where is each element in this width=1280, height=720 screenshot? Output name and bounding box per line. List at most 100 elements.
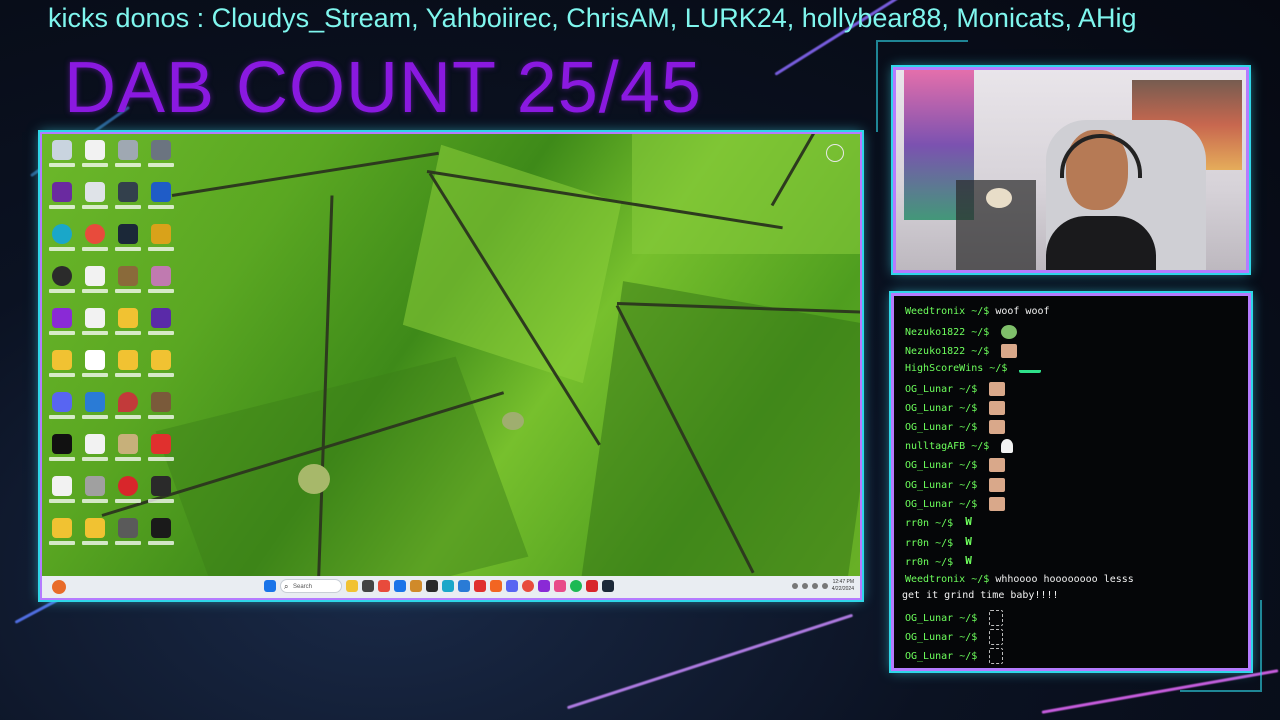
desktop-icon[interactable]: [46, 182, 78, 224]
desktop-icon[interactable]: [145, 392, 177, 434]
taskbar-app-icon[interactable]: [602, 580, 614, 592]
chat-username[interactable]: OG_Lunar: [905, 460, 953, 471]
start-icon[interactable]: [264, 580, 276, 592]
tray-icon[interactable]: [821, 583, 828, 589]
desktop-icon[interactable]: [46, 476, 78, 518]
steam-icon[interactable]: [112, 224, 144, 266]
corner-decoration: [876, 40, 968, 132]
desktop-icon[interactable]: [112, 476, 144, 518]
taskbar-clock[interactable]: 12:47 PM 4/22/2024: [832, 579, 854, 593]
tray-icon[interactable]: [801, 583, 808, 589]
chat-message: Nezuko1822 ~/$: [905, 325, 1018, 339]
folder-icon[interactable]: [46, 518, 78, 560]
desktop-icon[interactable]: [145, 140, 177, 182]
desktop-icon[interactable]: [79, 308, 111, 350]
chat-prompt: ~/$: [965, 327, 996, 338]
recycle-bin-icon[interactable]: [826, 144, 844, 162]
chat-username[interactable]: OG_Lunar: [905, 499, 953, 510]
chrome-icon[interactable]: [79, 224, 111, 266]
desktop-icon[interactable]: [112, 266, 144, 308]
desktop-icon[interactable]: [112, 518, 144, 560]
taskbar-app-icon[interactable]: [554, 580, 566, 592]
chat-username[interactable]: Weedtronix: [905, 574, 965, 585]
taskbar-app-icon[interactable]: [394, 580, 406, 592]
chat-message: OG_Lunar ~/$: [905, 401, 1006, 415]
desktop-icon[interactable]: [46, 140, 78, 182]
face-emote: [989, 420, 1006, 434]
folder-icon[interactable]: [145, 350, 177, 392]
w-emote: W: [965, 515, 972, 528]
chat-username[interactable]: OG_Lunar: [905, 651, 953, 662]
taskbar-app-icon[interactable]: [458, 580, 470, 592]
headset-icon: [1060, 134, 1142, 178]
chat-username[interactable]: OG_Lunar: [905, 384, 953, 395]
taskbar-app-icon[interactable]: [362, 580, 374, 592]
chat-username[interactable]: rr0n: [905, 538, 929, 549]
chat-username[interactable]: OG_Lunar: [905, 632, 953, 643]
chat-username[interactable]: rr0n: [905, 557, 929, 568]
taskbar-app-icon[interactable]: [346, 580, 358, 592]
weather-icon[interactable]: [52, 580, 66, 594]
tray-icon[interactable]: [811, 583, 818, 589]
epic-games-icon[interactable]: [145, 518, 177, 560]
file-icon[interactable]: [79, 350, 111, 392]
chat-message-text: whhoooo hoooooooo lesss: [995, 574, 1134, 585]
taskbar-app-icon[interactable]: [378, 580, 390, 592]
chat-message: nulltagAFB ~/$: [905, 439, 1014, 453]
chat-username[interactable]: OG_Lunar: [905, 422, 953, 433]
map-pin-icon[interactable]: [112, 392, 144, 434]
chat-username[interactable]: Nezuko1822: [905, 346, 965, 357]
taskbar-app-icon[interactable]: [506, 580, 518, 592]
chat-prompt: ~/$: [929, 518, 960, 529]
folder-icon[interactable]: [79, 518, 111, 560]
chat-username[interactable]: Weedtronix: [905, 306, 965, 317]
search-input[interactable]: Search: [280, 579, 342, 594]
desktop-icon[interactable]: [112, 434, 144, 476]
desktop-icon[interactable]: [145, 476, 177, 518]
taskbar-app-icon[interactable]: [410, 580, 422, 592]
taskbar-app-icon[interactable]: [586, 580, 598, 592]
chat-username[interactable]: OG_Lunar: [905, 480, 953, 491]
desktop-icon[interactable]: [145, 434, 177, 476]
face-emote: [989, 458, 1006, 472]
taskbar-app-icon[interactable]: [442, 580, 454, 592]
chat-username[interactable]: Nezuko1822: [905, 327, 965, 338]
taskbar-app-icon[interactable]: [474, 580, 486, 592]
folder-icon[interactable]: [112, 350, 144, 392]
desktop-icon[interactable]: [145, 224, 177, 266]
chat-username[interactable]: nulltagAFB: [905, 441, 965, 452]
folder-icon[interactable]: [112, 308, 144, 350]
capcut-icon[interactable]: [46, 434, 78, 476]
taskbar-app-icon[interactable]: [538, 580, 550, 592]
obs-icon[interactable]: [46, 266, 78, 308]
taskbar-app-icon[interactable]: [570, 580, 582, 592]
chat-prompt: ~/$: [953, 613, 984, 624]
desktop-icon[interactable]: [79, 182, 111, 224]
desktop-icon[interactable]: [112, 182, 144, 224]
desktop-icon[interactable]: [145, 308, 177, 350]
desktop-icon[interactable]: [79, 434, 111, 476]
desktop-icon[interactable]: [145, 182, 177, 224]
desktop-icon[interactable]: [112, 140, 144, 182]
taskbar-app-icon[interactable]: [522, 580, 534, 592]
desktop-icon[interactable]: [79, 476, 111, 518]
taskbar-app-icon[interactable]: [490, 580, 502, 592]
desktop-icon[interactable]: [79, 266, 111, 308]
desktop-icon[interactable]: [46, 308, 78, 350]
chat-username[interactable]: OG_Lunar: [905, 403, 953, 414]
tray-icon[interactable]: [791, 583, 798, 589]
discord-icon[interactable]: [46, 392, 78, 434]
desktop-icon[interactable]: [79, 392, 111, 434]
ghost-emote: [1001, 439, 1014, 453]
desktop-icon[interactable]: [79, 140, 111, 182]
chat-message: OG_Lunar ~/$: [905, 648, 1004, 664]
chat-username[interactable]: HighScoreWins: [905, 363, 983, 374]
chat-prompt: ~/$: [965, 441, 996, 452]
taskbar-app-icon[interactable]: [426, 580, 438, 592]
edge-icon[interactable]: [46, 224, 78, 266]
chat-username[interactable]: OG_Lunar: [905, 613, 953, 624]
chat-message: OG_Lunar ~/$: [905, 458, 1006, 472]
desktop-icon[interactable]: [145, 266, 177, 308]
chat-username[interactable]: rr0n: [905, 518, 929, 529]
folder-icon[interactable]: [46, 350, 78, 392]
